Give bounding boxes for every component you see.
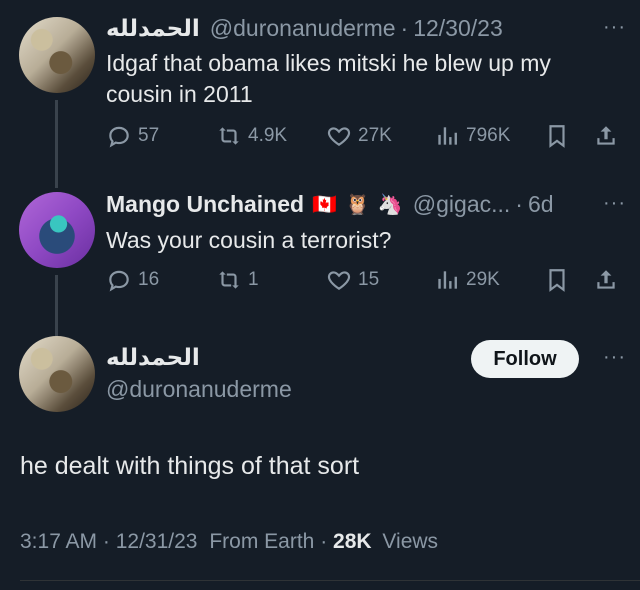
separator-dot: · bbox=[320, 530, 334, 553]
follow-button[interactable]: Follow bbox=[471, 340, 579, 378]
divider bbox=[20, 580, 640, 581]
display-name[interactable]: الحمدلله bbox=[106, 342, 200, 372]
reply-count: 57 bbox=[138, 125, 160, 146]
retweet-button[interactable]: 4.9K bbox=[216, 123, 287, 149]
tweet-time[interactable]: 3:17 AM bbox=[20, 530, 97, 553]
handle[interactable]: @duronanuderme bbox=[210, 13, 396, 43]
tweet-text-line: Idgaf that obama likes mitski he blew up… bbox=[106, 50, 551, 76]
owl-icon: 🦉 bbox=[344, 192, 370, 216]
views-button[interactable]: 29K bbox=[434, 267, 500, 293]
retweet-count: 1 bbox=[248, 269, 259, 290]
handle-row: @duronanuderme bbox=[106, 374, 292, 404]
retweet-icon bbox=[219, 271, 239, 289]
separator-dot: · bbox=[400, 15, 409, 41]
avatar[interactable] bbox=[19, 336, 95, 412]
views-icon bbox=[438, 271, 457, 289]
display-name-row: الحمدلله bbox=[106, 342, 200, 372]
heart-icon bbox=[327, 271, 351, 290]
reply-button[interactable]: 57 bbox=[106, 123, 159, 149]
share-icon bbox=[597, 126, 615, 145]
avatar[interactable] bbox=[19, 17, 95, 93]
views-count: 29K bbox=[466, 269, 500, 290]
unicorn-icon: 🦄 bbox=[377, 192, 403, 216]
heart-icon bbox=[327, 127, 351, 146]
bookmark-button[interactable] bbox=[544, 123, 576, 149]
bookmark-button[interactable] bbox=[544, 267, 576, 293]
share-button[interactable] bbox=[593, 123, 625, 149]
like-count: 15 bbox=[358, 269, 380, 290]
views-button[interactable]: 796K bbox=[434, 123, 510, 149]
retweet-count: 4.9K bbox=[248, 125, 288, 146]
timestamp[interactable]: 12/30/23 bbox=[413, 13, 503, 43]
more-options-icon[interactable]: ··· bbox=[603, 16, 626, 39]
like-button[interactable]: 27K bbox=[326, 123, 392, 149]
bookmark-icon bbox=[549, 269, 565, 292]
views-label: Views bbox=[382, 530, 439, 553]
tweet-source: From Earth bbox=[209, 530, 315, 553]
thread-line bbox=[55, 275, 58, 338]
more-options-icon[interactable]: ··· bbox=[603, 192, 626, 215]
tweet-text: he dealt with things of that sort bbox=[20, 452, 360, 480]
reply-button[interactable]: 16 bbox=[106, 267, 159, 293]
more-options-icon[interactable]: ··· bbox=[603, 346, 626, 369]
tweet-header: الحمدلله @duronanuderme · 12/30/23 bbox=[106, 13, 503, 43]
like-button[interactable]: 15 bbox=[326, 267, 379, 293]
tweet-header: Mango Unchained 🇨🇦 🦉 🦄 @gigac... · 6d bbox=[106, 189, 554, 219]
avatar[interactable] bbox=[19, 192, 95, 268]
retweet-icon bbox=[219, 127, 239, 145]
share-icon bbox=[597, 270, 615, 289]
reply-icon bbox=[109, 126, 129, 148]
canada-flag-icon: 🇨🇦 bbox=[312, 192, 337, 216]
bookmark-icon bbox=[549, 125, 565, 148]
views-count: 796K bbox=[466, 125, 511, 146]
retweet-button[interactable]: 1 bbox=[216, 267, 259, 293]
reply-count: 16 bbox=[138, 269, 160, 290]
tweet-meta: 3:17 AM · 12/31/23 From Earth · 28K View… bbox=[20, 530, 438, 554]
share-button[interactable] bbox=[593, 267, 625, 293]
tweet-text-line: cousin in 2011 bbox=[106, 81, 253, 107]
tweet-text: Idgaf that obama likes mitski he blew up… bbox=[106, 48, 551, 110]
like-count: 27K bbox=[358, 125, 392, 146]
timestamp[interactable]: 6d bbox=[528, 189, 554, 219]
views-count: 28K bbox=[333, 530, 372, 553]
separator-dot: · bbox=[102, 530, 116, 553]
reply-icon bbox=[109, 270, 129, 292]
tweet-date[interactable]: 12/31/23 bbox=[116, 530, 198, 553]
tweet-text: Was your cousin a terrorist? bbox=[106, 227, 392, 253]
thread-line bbox=[55, 100, 58, 188]
display-name[interactable]: Mango Unchained bbox=[106, 189, 304, 219]
handle[interactable]: @gigac... bbox=[413, 189, 511, 219]
handle[interactable]: @duronanuderme bbox=[106, 374, 292, 404]
separator-dot: · bbox=[515, 191, 523, 217]
views-icon bbox=[438, 127, 457, 145]
display-name[interactable]: الحمدلله bbox=[106, 13, 200, 43]
